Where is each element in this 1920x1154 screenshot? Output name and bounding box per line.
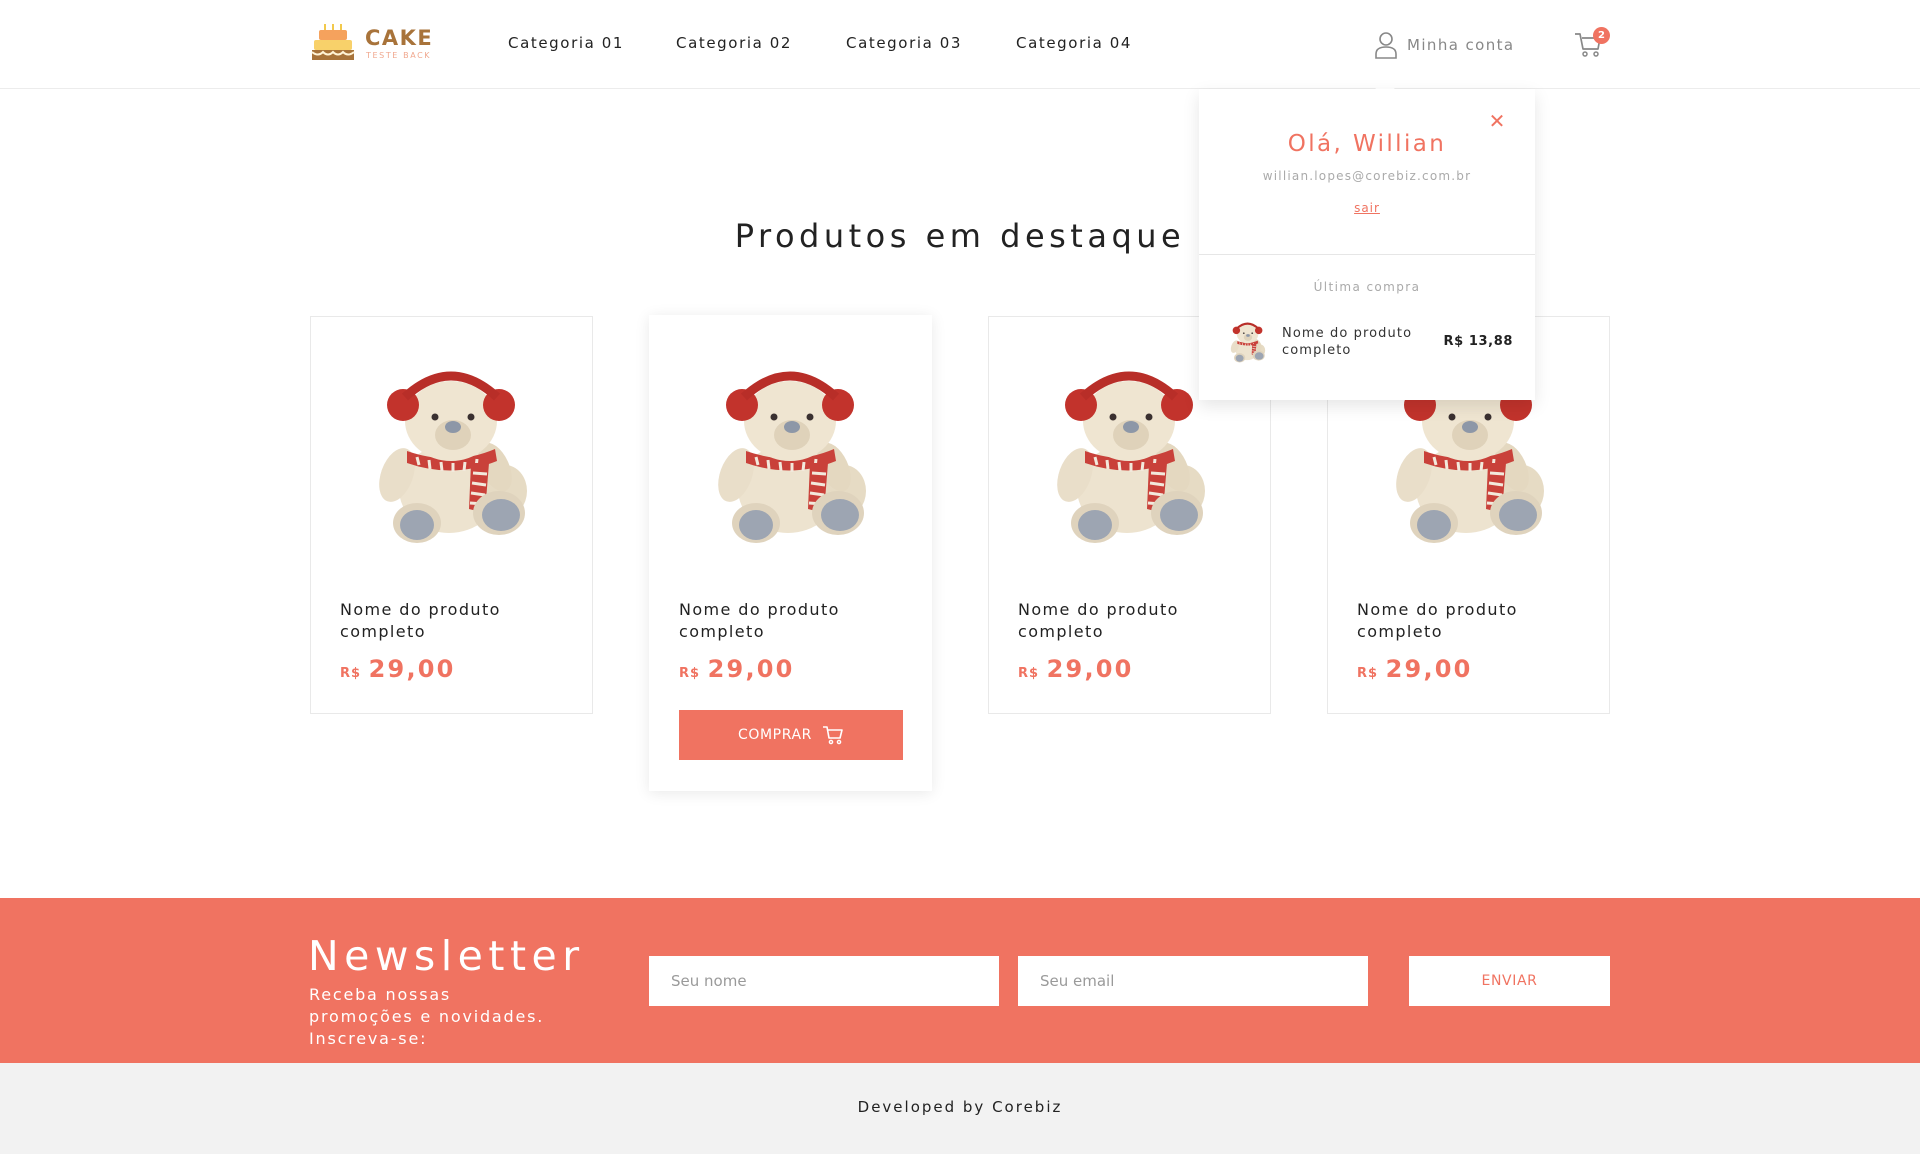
popup-greeting: Olá, Willian <box>1287 131 1447 157</box>
last-purchase-label: Última compra <box>1313 280 1421 294</box>
product-name[interactable]: Nome do produto completo <box>679 599 909 643</box>
newsletter-title: Newsletter <box>308 932 585 980</box>
close-icon[interactable]: ✕ <box>1487 111 1507 131</box>
product-price-currency: R$ <box>1018 666 1040 681</box>
product-price-value: 29,00 <box>368 655 456 683</box>
nav-category-03[interactable]: Categoria 03 <box>846 34 962 52</box>
product-price: R$ 29,00 <box>340 655 456 683</box>
cake-icon <box>311 24 355 60</box>
user-icon <box>1375 32 1397 59</box>
product-price: R$ 29,00 <box>1357 655 1473 683</box>
nav-category-04[interactable]: Categoria 04 <box>1016 34 1132 52</box>
nav-category-01[interactable]: Categoria 01 <box>508 34 624 52</box>
product-price-value: 29,00 <box>1385 655 1473 683</box>
product-price-value: 29,00 <box>707 655 795 683</box>
product-price-currency: R$ <box>340 666 362 681</box>
product-card-hovered[interactable]: Nome do produto completo R$ 29,00 COMPRA… <box>649 315 932 791</box>
site-footer: Developed by Corebiz <box>0 1063 1920 1154</box>
product-image[interactable] <box>367 363 539 547</box>
product-price-currency: R$ <box>679 666 701 681</box>
product-price: R$ 29,00 <box>679 655 795 683</box>
footer-credit: Developed by Corebiz <box>857 1098 1063 1116</box>
cart-count-badge: 2 <box>1593 27 1610 44</box>
product-image[interactable] <box>706 363 878 547</box>
logout-link[interactable]: sair <box>1199 201 1535 215</box>
product-name[interactable]: Nome do produto completo <box>340 599 570 643</box>
last-purchase-thumbnail <box>1228 320 1268 364</box>
newsletter-submit-button[interactable]: ENVIAR <box>1409 956 1610 1006</box>
product-image[interactable] <box>1045 363 1217 547</box>
nav-category-02[interactable]: Categoria 02 <box>676 34 792 52</box>
last-purchase-name[interactable]: Nome do produto completo <box>1282 325 1422 359</box>
brand-tagline: TESTE BACK <box>366 51 432 60</box>
last-purchase-price: R$ 13,88 <box>1443 334 1513 349</box>
popup-email: willian.lopes@corebiz.com.br <box>1262 169 1472 183</box>
brand-name: CAKE <box>365 26 434 50</box>
brand-logo[interactable]: CAKE TESTE BACK <box>308 20 438 68</box>
newsletter-section: Newsletter Receba nossas promoções e nov… <box>0 898 1920 1063</box>
cart-button[interactable]: 2 <box>1574 27 1610 60</box>
buy-button[interactable]: COMPRAR <box>679 710 903 760</box>
cart-icon <box>822 726 843 745</box>
newsletter-email-input[interactable] <box>1018 956 1368 1006</box>
product-price: R$ 29,00 <box>1018 655 1134 683</box>
newsletter-name-input[interactable] <box>649 956 999 1006</box>
account-button[interactable]: Minha conta <box>1374 30 1515 60</box>
product-card[interactable]: Nome do produto completo R$ 29,00 <box>310 316 593 714</box>
product-name[interactable]: Nome do produto completo <box>1018 599 1248 643</box>
section-title: Produtos em destaque <box>734 217 1186 256</box>
newsletter-subtitle: Receba nossas promoções e novidades. Ins… <box>309 985 545 1048</box>
product-price-currency: R$ <box>1357 666 1379 681</box>
buy-button-label: COMPRAR <box>738 727 812 743</box>
account-popup: ✕ Olá, Willian willian.lopes@corebiz.com… <box>1199 89 1535 400</box>
product-name[interactable]: Nome do produto completo <box>1357 599 1587 643</box>
account-label: Minha conta <box>1407 36 1515 54</box>
site-header: CAKE TESTE BACK Categoria 01 Categoria 0… <box>0 0 1920 89</box>
popup-divider <box>1199 254 1535 255</box>
product-price-value: 29,00 <box>1046 655 1134 683</box>
